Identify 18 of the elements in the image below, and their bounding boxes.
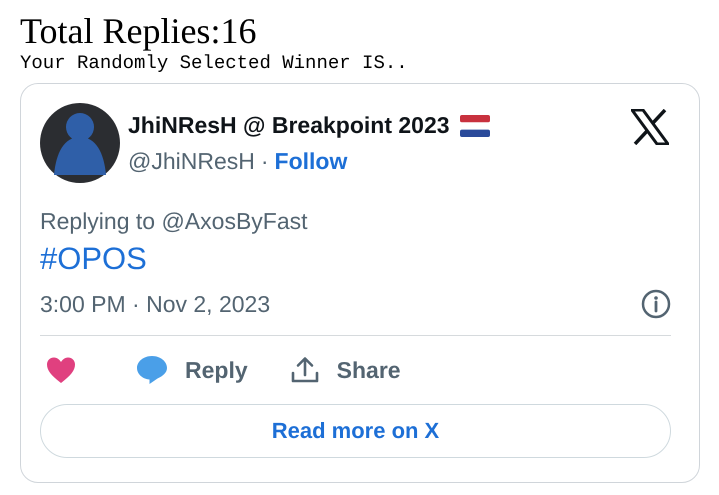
replying-to-text: Replying to @AxosByFast [40, 208, 308, 235]
hashtag-link[interactable]: #OPOS [40, 241, 147, 277]
timestamp[interactable]: 3:00 PM · Nov 2, 2023 [40, 290, 270, 318]
author-handle[interactable]: @JhiNResH [128, 148, 255, 175]
share-label[interactable]: Share [336, 356, 401, 384]
cross-logo-icon[interactable] [631, 109, 669, 145]
share-icon[interactable] [290, 356, 320, 384]
flag-icon [460, 114, 490, 136]
info-icon[interactable] [641, 289, 671, 319]
read-more-button[interactable]: Read more on X [40, 404, 671, 458]
page-subtitle: Your Randomly Selected Winner IS.. [20, 52, 409, 74]
reply-label[interactable]: Reply [185, 356, 248, 384]
author-name: JhiNResH @ Breakpoint 2023 [128, 112, 450, 139]
page-title: Total Replies:16 [20, 10, 256, 52]
heart-icon[interactable] [46, 356, 76, 384]
speech-bubble-icon[interactable] [136, 355, 168, 385]
separator-dot: · [260, 148, 269, 175]
follow-link[interactable]: Follow [274, 148, 348, 175]
